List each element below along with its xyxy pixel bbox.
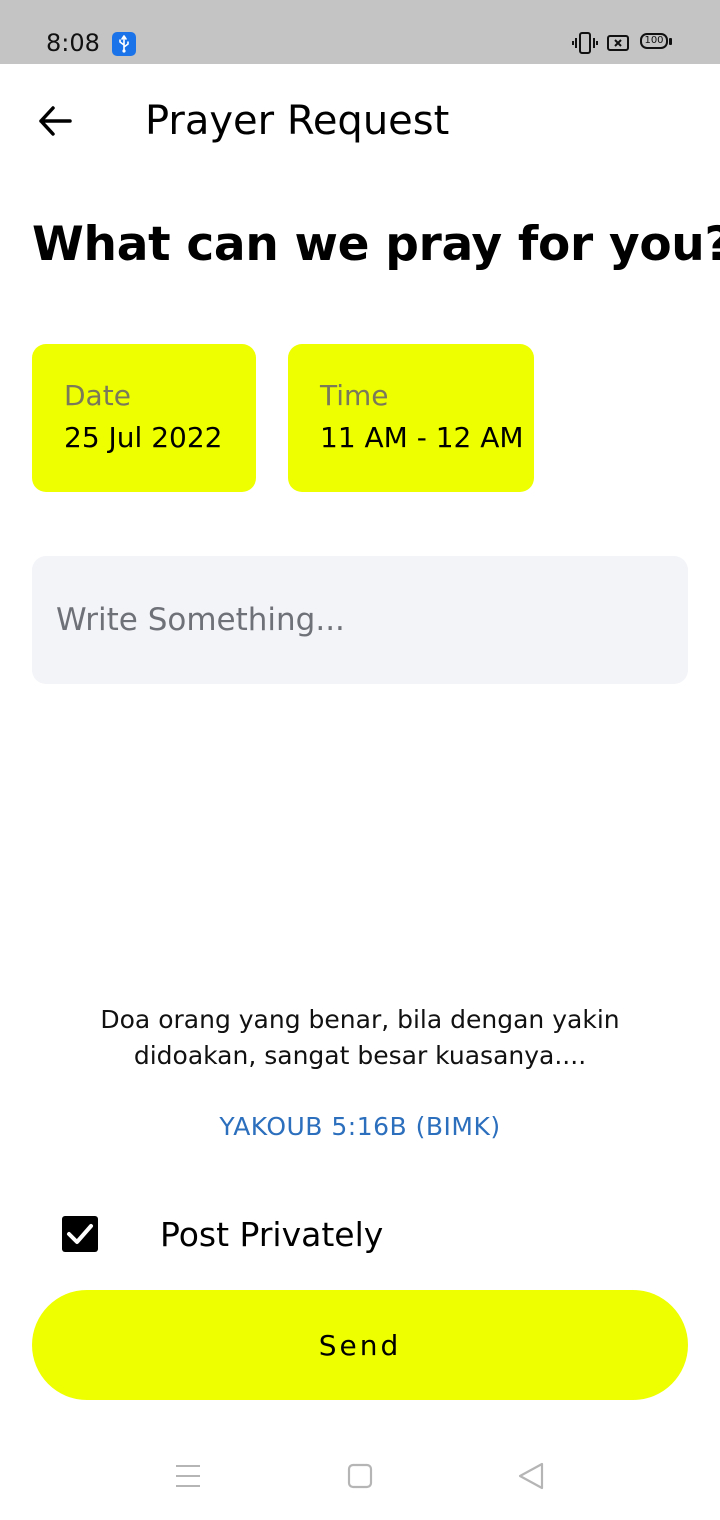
battery-level: 100 <box>644 35 664 46</box>
back-button[interactable] <box>24 96 84 146</box>
time-value: 11 AM - 12 AM <box>320 421 524 454</box>
vibrate-icon <box>572 31 598 59</box>
page-title: Prayer Request <box>145 98 450 144</box>
time-card[interactable]: Time 11 AM - 12 AM <box>288 344 534 492</box>
screen-x-icon <box>606 34 630 56</box>
status-time: 8:08 <box>46 29 100 57</box>
usb-icon <box>112 32 136 56</box>
verse-text: Doa orang yang benar, bila dengan yakin … <box>100 1005 620 1070</box>
post-privately-row[interactable]: Post Privately <box>56 1206 456 1262</box>
verse-reference: YAKOUB 5:16B (BIMK) <box>219 1112 501 1141</box>
time-label: Time <box>320 379 389 412</box>
status-bar: 8:08 100 <box>0 0 720 64</box>
home-square-icon[interactable] <box>346 1462 374 1494</box>
date-label: Date <box>64 379 131 412</box>
date-card[interactable]: Date 25 Jul 2022 <box>32 344 256 492</box>
main-heading: What can we pray for you? <box>32 217 720 272</box>
post-privately-label: Post Privately <box>160 1215 384 1254</box>
prayer-input[interactable] <box>32 556 688 684</box>
post-privately-checkbox[interactable] <box>62 1216 98 1252</box>
send-button[interactable]: Send <box>32 1290 688 1400</box>
arrow-left-icon <box>39 106 72 136</box>
menu-icon[interactable] <box>174 1462 202 1494</box>
back-triangle-icon[interactable] <box>516 1462 546 1494</box>
date-value: 25 Jul 2022 <box>64 421 223 454</box>
battery-icon: 100 <box>640 33 672 51</box>
checkmark-icon <box>67 1224 93 1244</box>
